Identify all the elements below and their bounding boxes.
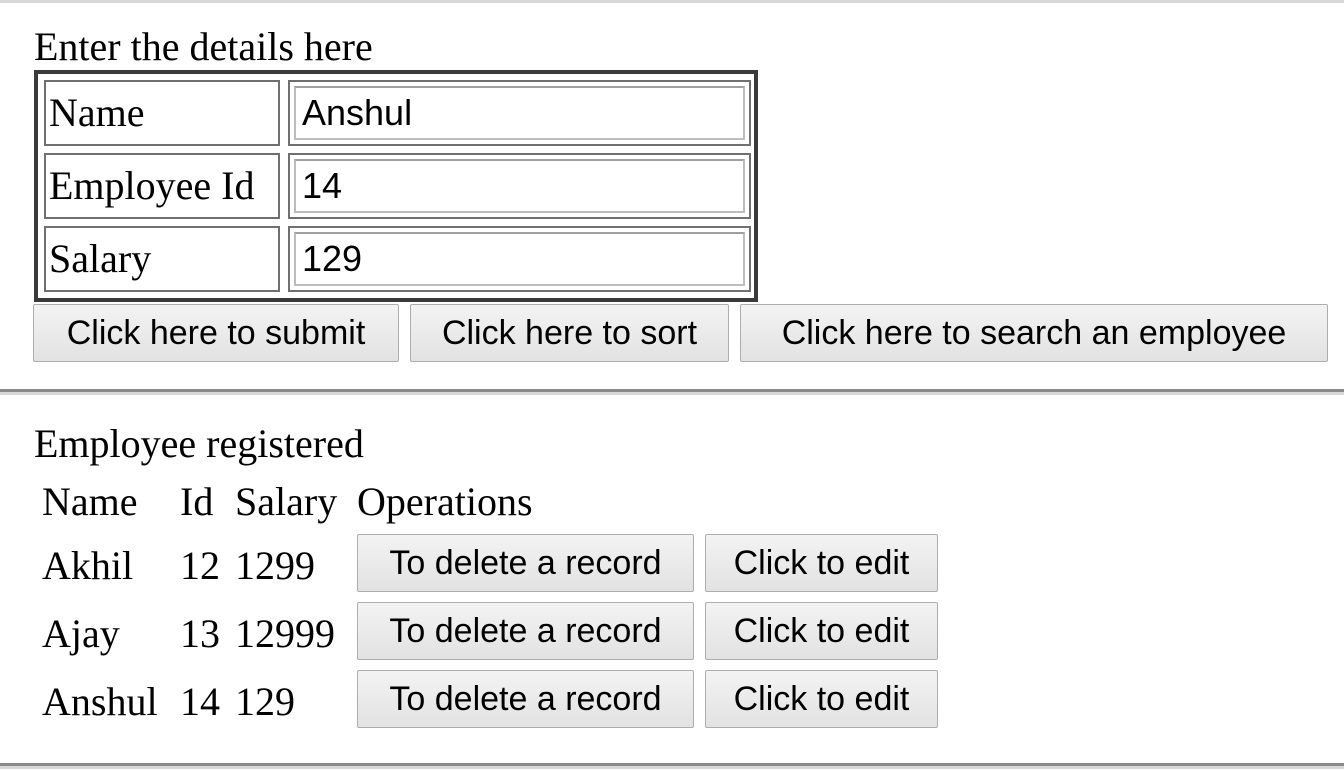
submit-button[interactable]: Click here to submit xyxy=(33,304,399,362)
salary-input[interactable] xyxy=(294,232,745,286)
column-header-id: Id xyxy=(180,479,214,524)
employee-id-label: Employee Id xyxy=(44,153,280,219)
delete-record-button[interactable]: To delete a record xyxy=(357,670,694,728)
column-header-name: Name xyxy=(42,479,138,524)
sort-button[interactable]: Click here to sort xyxy=(410,304,729,362)
edit-record-button[interactable]: Click to edit xyxy=(705,534,938,592)
form-heading: Enter the details here xyxy=(34,24,373,69)
employee-id-input[interactable] xyxy=(294,159,745,213)
employee-name: Anshul xyxy=(42,679,158,724)
employee-salary: 12999 xyxy=(235,611,335,656)
employee-id-input-cell xyxy=(288,153,751,219)
salary-input-cell xyxy=(288,226,751,292)
delete-record-button[interactable]: To delete a record xyxy=(357,534,694,592)
edit-record-button[interactable]: Click to edit xyxy=(705,602,938,660)
search-employee-button[interactable]: Click here to search an employee xyxy=(740,304,1328,362)
name-input[interactable] xyxy=(294,86,745,140)
delete-record-button[interactable]: To delete a record xyxy=(357,602,694,660)
employee-id: 13 xyxy=(180,611,220,656)
employee-id: 12 xyxy=(180,543,220,588)
edit-record-button[interactable]: Click to edit xyxy=(705,670,938,728)
name-input-cell xyxy=(288,80,751,146)
employee-list-heading: Employee registered xyxy=(34,421,364,466)
employee-name: Ajay xyxy=(42,611,120,656)
column-header-salary: Salary xyxy=(235,479,338,524)
details-form-table: Name Employee Id Salary xyxy=(34,70,758,302)
bottom-divider xyxy=(0,763,1344,769)
employee-salary: 1299 xyxy=(235,543,315,588)
middle-divider xyxy=(0,389,1344,395)
name-label: Name xyxy=(44,80,280,146)
top-divider xyxy=(0,0,1344,3)
column-header-operations: Operations xyxy=(357,479,533,524)
employee-name: Akhil xyxy=(42,543,134,588)
salary-label: Salary xyxy=(44,226,280,292)
employee-id: 14 xyxy=(180,679,220,724)
employee-salary: 129 xyxy=(235,679,295,724)
